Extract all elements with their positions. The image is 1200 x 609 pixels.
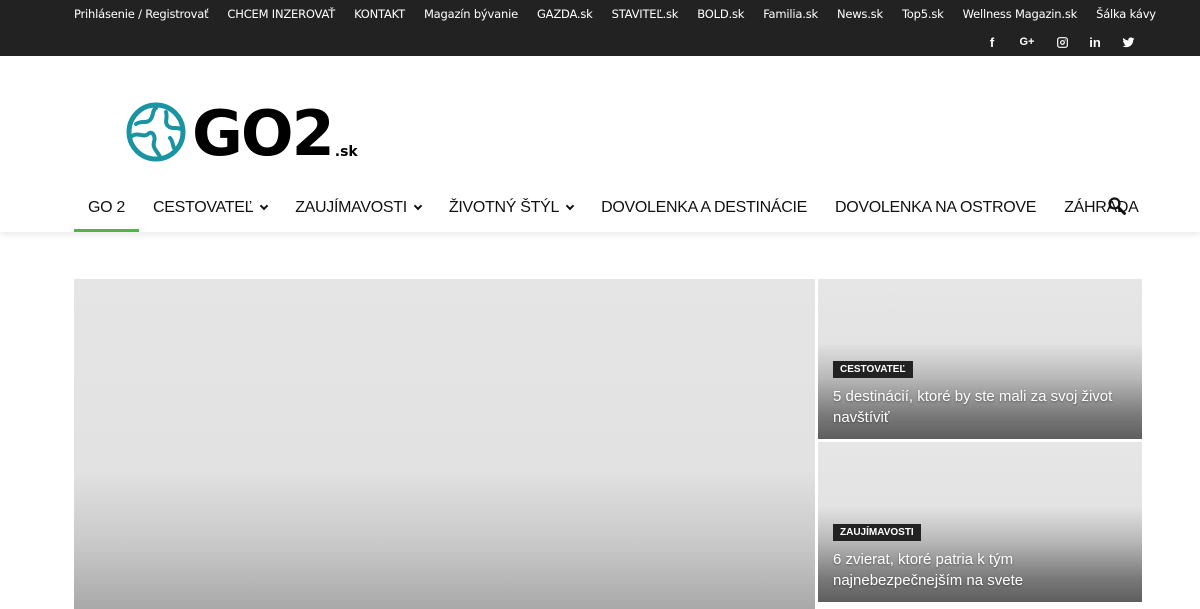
globe-icon (126, 102, 186, 162)
top-link-advertise[interactable]: CHCEM INZEROVAŤ (227, 7, 335, 21)
top-link-gazda[interactable]: GAZDA.sk (537, 7, 593, 21)
logo-tld: .sk (334, 144, 358, 160)
logo-wordmark: GO2 (192, 97, 335, 170)
top-link-magazin-byvanie[interactable]: Magazín bývanie (424, 7, 518, 21)
top-link-top5[interactable]: Top5.sk (902, 7, 944, 21)
nav-item-label: DOVOLENKA A DESTINÁCIE (601, 199, 807, 216)
top-link-familia[interactable]: Familia.sk (763, 7, 818, 21)
top-links: Prihlásenie / Registrovať CHCEM INZEROVA… (74, 0, 1175, 28)
nav-item-zahrada[interactable]: ZÁHRADA (1050, 184, 1152, 232)
linkedin-icon[interactable]: in (1088, 35, 1102, 50)
nav-item-label: ŽIVOTNÝ ŠTÝL (448, 199, 560, 216)
chevron-down-icon (259, 201, 269, 211)
top-link-news[interactable]: News.sk (837, 7, 883, 21)
main-nav: GO 2 CESTOVATEĽ ZAUJÍMAVOSTI ŽIVOTNÝ ŠTÝ… (74, 184, 1153, 232)
top-link-statitel[interactable]: STAVITEĽ.sk (612, 7, 679, 21)
social-links: f G+ in (966, 28, 1135, 56)
nav-item-label: GO 2 (88, 199, 126, 216)
google-plus-icon[interactable]: G+ (1018, 35, 1036, 49)
top-bar: Prihlásenie / Registrovať CHCEM INZEROVA… (0, 0, 1200, 56)
chevron-down-icon (413, 201, 423, 211)
search-button[interactable] (1107, 196, 1129, 218)
featured-tile[interactable]: ZAUJÍMAVOSTI 6 zvierat, ktoré patria k t… (818, 442, 1142, 602)
top-link-bold[interactable]: BOLD.sk (697, 7, 744, 21)
top-link-wellness[interactable]: Wellness Magazin.sk (963, 7, 1078, 21)
top-link-contact[interactable]: KONTAKT (354, 7, 405, 21)
featured-main-image[interactable] (74, 279, 815, 609)
nav-item-label: ZAUJÍMAVOSTI (295, 199, 407, 216)
top-link-salka-kavy[interactable]: Šálka kávy (1096, 7, 1156, 21)
facebook-icon[interactable]: f (985, 35, 999, 50)
nav-item-cestovatel[interactable]: CESTOVATEĽ (139, 184, 281, 232)
nav-item-dovolenka-destinacie[interactable]: DOVOLENKA A DESTINÁCIE (587, 184, 821, 232)
nav-item-go2[interactable]: GO 2 (74, 184, 140, 232)
article-title[interactable]: 6 zvierat, ktoré patria k tým najnebezpe… (833, 549, 1128, 591)
nav-item-zaujimavosti[interactable]: ZAUJÍMAVOSTI (281, 184, 435, 232)
site-logo[interactable]: GO2 .sk (126, 97, 366, 170)
nav-item-label: DOVOLENKA NA OSTROVE (835, 199, 1037, 216)
category-badge[interactable]: ZAUJÍMAVOSTI (833, 524, 921, 541)
twitter-icon[interactable] (1121, 35, 1135, 49)
category-badge[interactable]: CESTOVATEĽ (833, 361, 913, 378)
search-icon (1108, 197, 1126, 215)
nav-item-zivotny-styl[interactable]: ŽIVOTNÝ ŠTÝL (435, 184, 587, 232)
instagram-icon[interactable] (1055, 35, 1069, 49)
nav-item-dovolenka-ostrove[interactable]: DOVOLENKA NA OSTROVE (821, 184, 1050, 232)
nav-item-label: CESTOVATEĽ (153, 199, 254, 216)
top-link-login[interactable]: Prihlásenie / Registrovať (74, 7, 209, 21)
article-title[interactable]: 5 destinácií, ktoré by ste mali za svoj … (833, 386, 1128, 428)
featured-tile[interactable]: CESTOVATEĽ 5 destinácií, ktoré by ste ma… (818, 279, 1142, 439)
site-header: GO2 .sk GO 2 CESTOVATEĽ ZAUJÍMAVOSTI ŽIV… (0, 56, 1200, 232)
chevron-down-icon (565, 201, 575, 211)
